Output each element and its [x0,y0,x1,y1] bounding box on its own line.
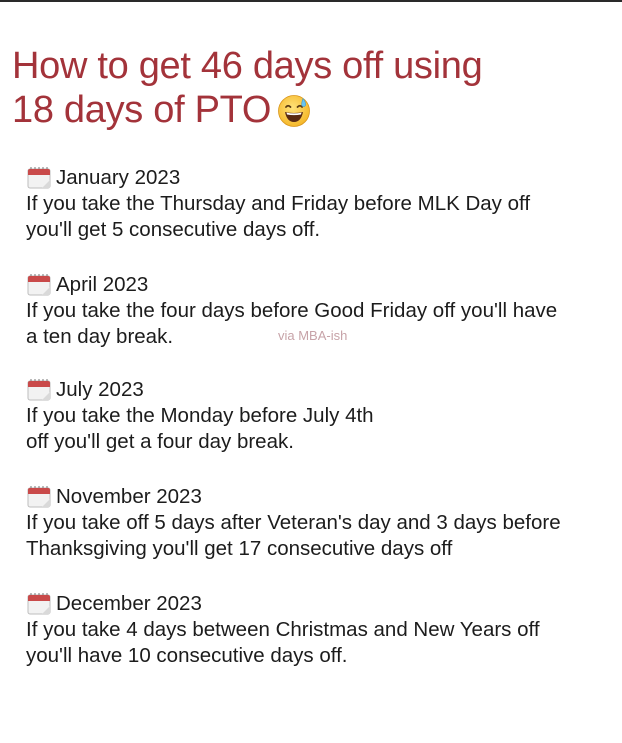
section-description: If you take 4 days between Christmas and… [26,617,616,669]
description-line: you'll get 5 consecutive days off. [26,218,321,241]
section-description: If you take off 5 days after Veteran's d… [26,510,616,562]
watermark: via MBA-ish [278,328,348,343]
sweat-smile-emoji-icon [278,95,311,127]
section-january: January 2023 If you take the Thursday an… [26,165,616,243]
description-line: you'll have 10 consecutive days off. [26,644,348,667]
title-line-2: 18 days of PTO [12,89,272,131]
calendar-icon [27,167,51,189]
description-line: If you take the four days before Good Fr… [26,299,558,322]
section-description: If you take the Monday before July 4th o… [26,403,616,455]
description-line: If you take the Monday before July 4th [26,404,374,427]
month-heading: April 2023 [26,272,616,298]
description-line: If you take 4 days between Christmas and… [26,618,540,641]
section-description: If you take the Thursday and Friday befo… [26,191,616,243]
month-heading: January 2023 [26,165,616,191]
description-line: If you take the Thursday and Friday befo… [26,192,531,215]
month-heading: November 2023 [26,484,616,510]
calendar-icon [27,593,51,615]
description-line: If you take off 5 days after Veteran's d… [26,511,561,534]
page-title: How to get 46 days off using 18 days of … [12,44,612,132]
description-line: Thanksgiving you'll get 17 consecutive d… [26,537,453,560]
section-july: July 2023 If you take the Monday before … [26,377,616,455]
month-label: November 2023 [56,485,202,508]
section-december: December 2023 If you take 4 days between… [26,591,616,669]
title-line-1: How to get 46 days off using [12,45,483,87]
month-label: April 2023 [56,273,149,296]
month-heading: July 2023 [26,377,616,403]
month-heading: December 2023 [26,591,616,617]
calendar-icon [27,486,51,508]
section-november: November 2023 If you take off 5 days aft… [26,484,616,562]
description-line: off you'll get a four day break. [26,430,294,453]
month-label: July 2023 [56,378,144,401]
top-divider [0,0,622,2]
month-label: January 2023 [56,166,181,189]
calendar-icon [27,379,51,401]
month-label: December 2023 [56,592,202,615]
calendar-icon [27,274,51,296]
